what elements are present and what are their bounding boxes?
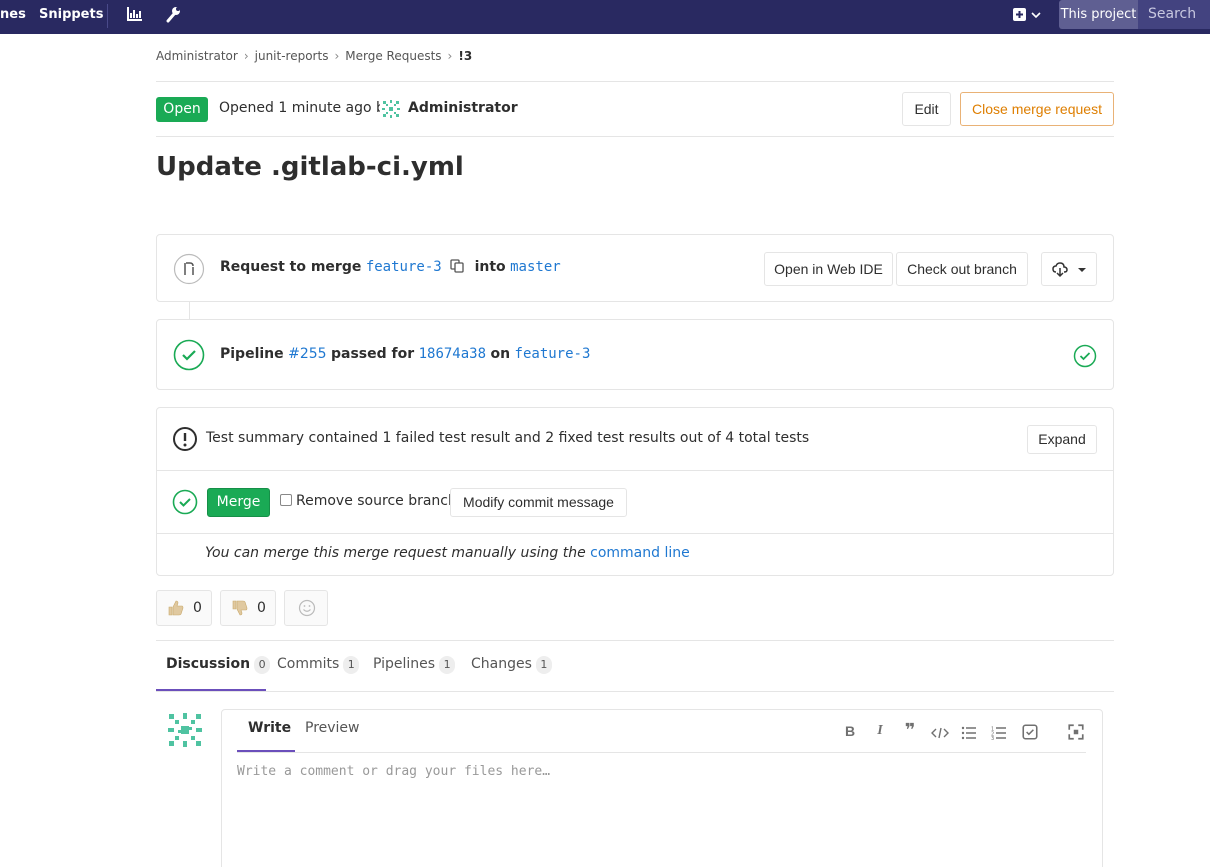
- into-label: into: [474, 259, 506, 275]
- pipeline-passed-label: passed for: [331, 346, 415, 362]
- code-icon[interactable]: [931, 724, 949, 742]
- top-navbar: nes Snippets This project Search: [0, 0, 1210, 34]
- search-input[interactable]: Search: [1138, 0, 1210, 29]
- nav-link-partial[interactable]: nes: [0, 7, 26, 22]
- write-tab[interactable]: Write: [248, 720, 291, 736]
- opened-timestamp: Opened 1 minute ago by: [219, 100, 394, 116]
- download-cloud-icon: [1052, 262, 1086, 278]
- pipeline-success-icon[interactable]: [173, 339, 205, 371]
- expand-test-summary-button[interactable]: Expand: [1027, 425, 1097, 454]
- bullet-list-icon[interactable]: [961, 724, 979, 742]
- tab-count-badge: 1: [535, 656, 552, 674]
- tab-commits[interactable]: Commits 1: [277, 656, 360, 674]
- task-list-icon[interactable]: [1021, 723, 1039, 741]
- preview-tab[interactable]: Preview: [305, 720, 360, 736]
- merge-button[interactable]: Merge: [207, 488, 270, 517]
- copy-branch-icon[interactable]: [450, 259, 466, 273]
- request-to-merge-label: Request to merge: [220, 259, 362, 275]
- pipeline-status-line: Pipeline #255 passed for 18674a38 on fea…: [220, 346, 590, 362]
- breadcrumb-item-current[interactable]: !3: [458, 49, 472, 63]
- thumbs-up-count: 0: [193, 600, 202, 616]
- add-reaction-button[interactable]: [284, 590, 328, 626]
- divider: [237, 752, 1086, 753]
- search-scope-badge[interactable]: This project: [1059, 0, 1138, 29]
- merge-request-icon: [173, 253, 205, 285]
- new-item-dropdown-icon[interactable]: [1012, 6, 1044, 24]
- tab-pipelines[interactable]: Pipelines 1: [373, 656, 456, 674]
- author-avatar[interactable]: [380, 98, 402, 120]
- pipeline-label: Pipeline: [220, 346, 284, 362]
- remove-source-branch-checkbox[interactable]: [280, 494, 292, 506]
- bold-icon[interactable]: B: [841, 722, 859, 740]
- status-badge: Open: [156, 97, 208, 122]
- tab-count-badge: 0: [254, 656, 271, 674]
- pipeline-on-label: on: [490, 346, 511, 362]
- tab-count-badge: 1: [343, 656, 360, 674]
- divider: [157, 470, 1113, 471]
- breadcrumb-separator-icon: ›: [243, 49, 249, 63]
- warning-circle-icon: [173, 427, 197, 451]
- breadcrumb-item-project[interactable]: junit-reports: [255, 49, 329, 63]
- modify-commit-message-button[interactable]: Modify commit message: [450, 488, 627, 517]
- merge-source-line: Request to merge feature-3 into master: [220, 259, 561, 275]
- author-name[interactable]: Administrator: [408, 100, 518, 116]
- activity-chart-icon[interactable]: [126, 5, 144, 23]
- stage-success-icon[interactable]: [1073, 344, 1097, 368]
- divider: [156, 640, 1114, 641]
- nav-divider: [107, 4, 108, 28]
- thumbs-up-icon: [168, 600, 184, 616]
- source-branch-link[interactable]: feature-3: [366, 259, 442, 275]
- numbered-list-icon[interactable]: 1 2 3: [991, 724, 1009, 742]
- tab-label: Discussion: [166, 656, 251, 672]
- breadcrumb-separator-icon: ›: [447, 49, 453, 63]
- nav-link-snippets[interactable]: Snippets: [39, 7, 103, 22]
- tab-label: Pipelines: [373, 656, 436, 672]
- commit-sha-link[interactable]: 18674a38: [419, 346, 486, 362]
- pipeline-id-link[interactable]: #255: [288, 346, 326, 362]
- command-line-link[interactable]: command line: [590, 545, 690, 561]
- manual-merge-text: You can merge this merge request manuall…: [205, 545, 586, 561]
- pipeline-branch-link[interactable]: feature-3: [515, 346, 591, 362]
- divider: [157, 533, 1113, 534]
- tab-count-badge: 1: [439, 656, 456, 674]
- check-out-branch-button[interactable]: Check out branch: [896, 252, 1028, 286]
- smiley-icon: [298, 599, 316, 617]
- tab-label: Changes: [471, 656, 532, 672]
- tab-label: Commits: [277, 656, 340, 672]
- breadcrumb-separator-icon: ›: [334, 49, 340, 63]
- merge-ready-success-icon: [172, 489, 198, 515]
- divider: [156, 136, 1114, 137]
- remove-source-branch-label[interactable]: Remove source branch: [296, 493, 457, 509]
- italic-icon[interactable]: I: [871, 722, 889, 740]
- breadcrumb: Administrator › junit-reports › Merge Reques…: [156, 49, 472, 63]
- target-branch-link[interactable]: master: [510, 259, 561, 275]
- current-user-avatar[interactable]: [165, 710, 205, 750]
- svg-text:3: 3: [991, 736, 994, 742]
- manual-merge-hint: You can merge this merge request manuall…: [205, 545, 690, 561]
- wrench-icon[interactable]: [164, 5, 182, 23]
- fullscreen-icon[interactable]: [1067, 723, 1085, 741]
- breadcrumb-item-merge-requests[interactable]: Merge Requests: [345, 49, 441, 63]
- tab-discussion[interactable]: Discussion 0: [166, 656, 271, 674]
- thumbs-down-icon: [232, 600, 248, 616]
- download-dropdown-button[interactable]: [1041, 252, 1097, 286]
- test-summary-text: Test summary contained 1 failed test res…: [206, 430, 810, 446]
- close-merge-request-button[interactable]: Close merge request: [960, 92, 1114, 126]
- divider: [156, 81, 1114, 82]
- comment-textarea[interactable]: Write a comment or drag your files here…: [237, 764, 550, 779]
- thumbs-down-award-button[interactable]: 0: [220, 590, 276, 626]
- tab-changes[interactable]: Changes 1: [471, 656, 552, 674]
- panel-connector: [189, 302, 190, 319]
- edit-button[interactable]: Edit: [902, 92, 951, 126]
- open-web-ide-button[interactable]: Open in Web IDE: [764, 252, 893, 286]
- divider: [156, 691, 1114, 692]
- breadcrumb-item-owner[interactable]: Administrator: [156, 49, 238, 63]
- thumbs-up-award-button[interactable]: 0: [156, 590, 212, 626]
- thumbs-down-count: 0: [257, 600, 266, 616]
- page-title: Update .gitlab-ci.yml: [156, 152, 464, 182]
- quote-icon[interactable]: ❞: [901, 722, 919, 740]
